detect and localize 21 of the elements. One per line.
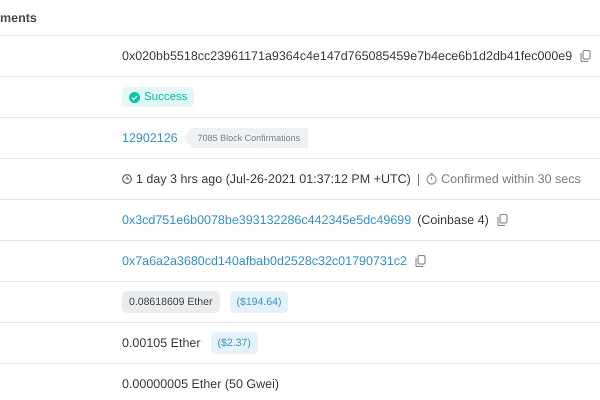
usd-value-badge: ($194.64) [230, 291, 288, 313]
confirmations-badge: 7085 Block Confirmations [184, 128, 308, 148]
clock-icon [122, 174, 132, 184]
ether-value-badge: 0.08618609 Ether [122, 291, 220, 313]
copy-icon[interactable] [496, 214, 508, 226]
address-name: (Coinbase 4) [417, 213, 489, 227]
confirmation-time: Confirmed within 30 secs [441, 172, 581, 186]
address-link[interactable]: 0x3cd751e6b0078be393132286c442345e5dc49699 [122, 213, 412, 227]
separator: | [416, 172, 420, 186]
timer-icon [426, 173, 438, 185]
fee-amount: 0.00105 Ether [122, 336, 201, 350]
copy-icon[interactable] [415, 255, 426, 267]
usd-value-badge: ($2.37) [210, 332, 258, 354]
address-link[interactable]: 0x7a6a2a3680cd140afbab0d2528c32c01790731c2 [122, 254, 407, 268]
timestamp: 1 day 3 hrs ago (Jul-26-2021 01:37:12 PM +UTC) [136, 172, 411, 186]
block-link[interactable]: 12902126 [122, 131, 178, 145]
gas-price: 0.00000005 Ether (50 Gwei) [122, 377, 280, 391]
copy-icon[interactable] [580, 50, 592, 62]
status-badge: Success [122, 87, 194, 107]
tab-title[interactable]: ments [0, 10, 37, 24]
transaction-hash: 0x020bb5518cc23961171a9364c4e147d765085459e7b4ece6b1d2db41fec000e9 [122, 49, 572, 63]
